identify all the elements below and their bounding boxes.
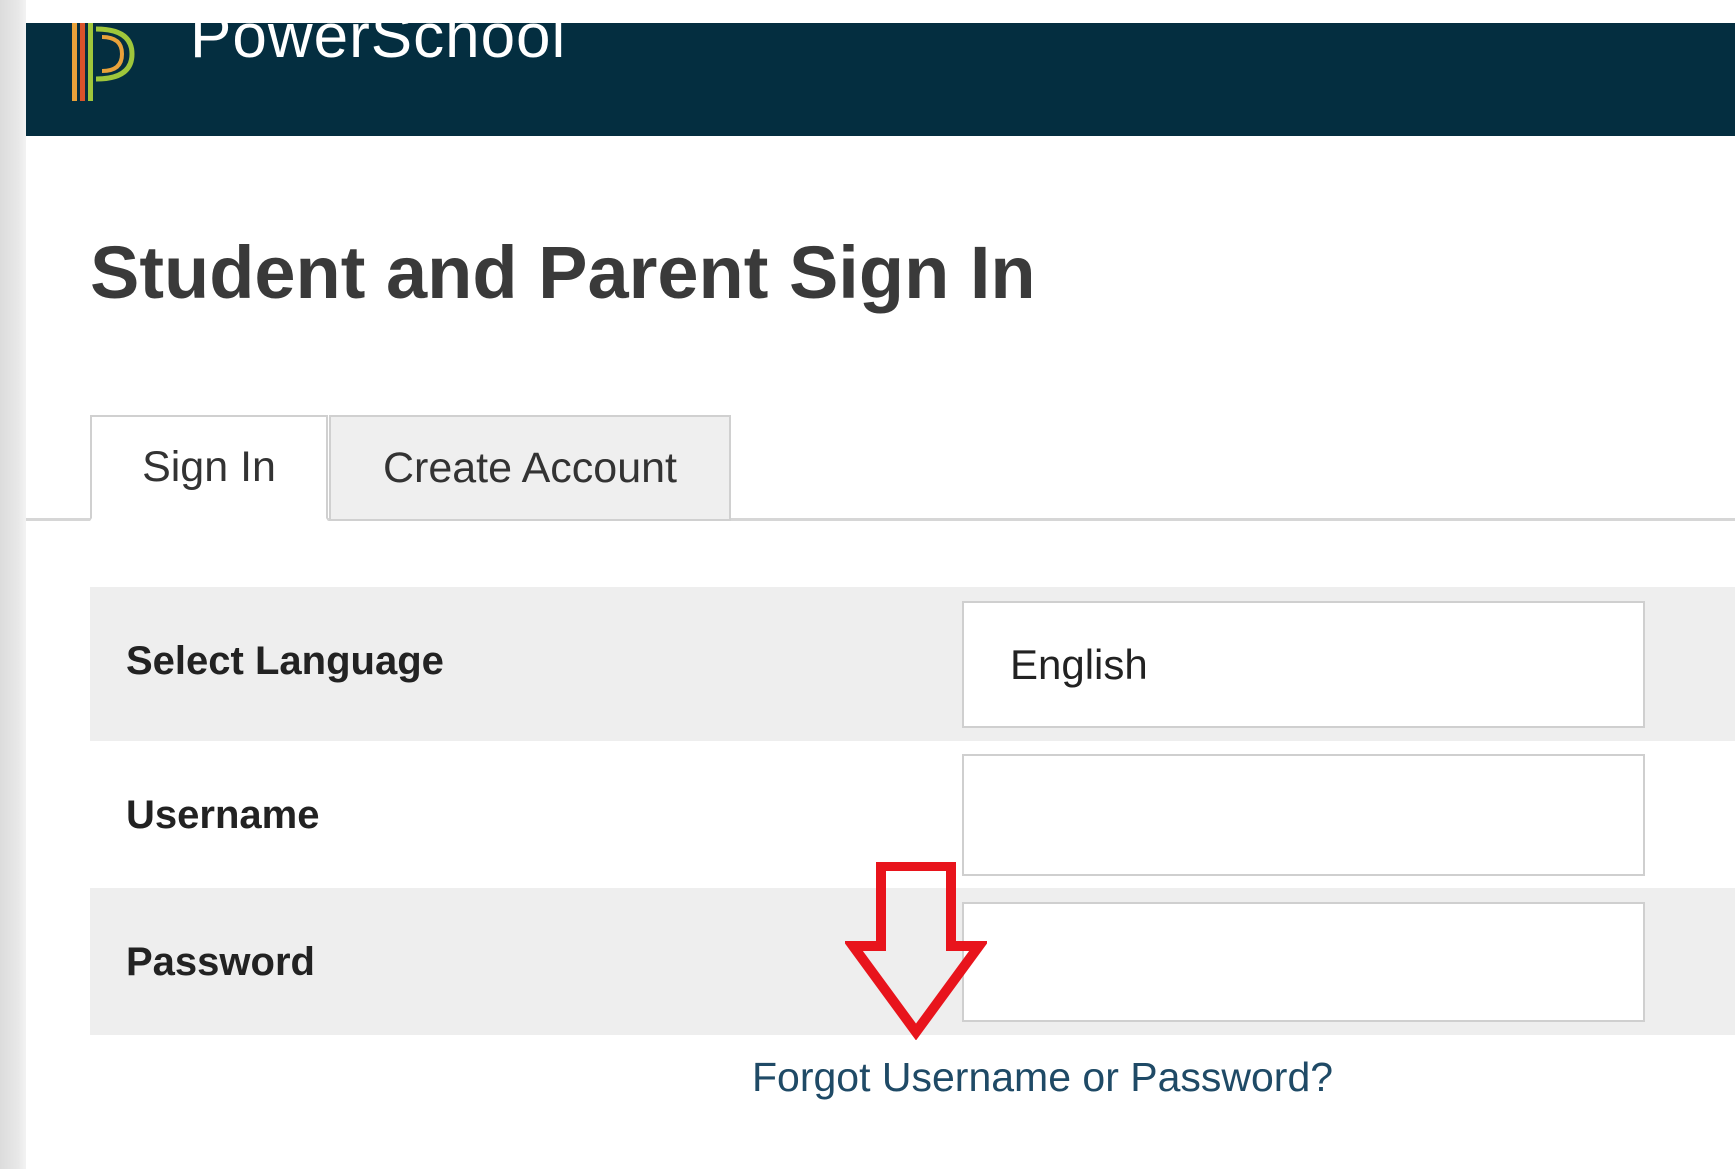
language-label: Select Language [126,639,444,683]
username-input[interactable] [962,754,1645,876]
page-title: Student and Parent Sign In [90,231,1036,314]
forgot-credentials-link[interactable]: Forgot Username or Password? [752,1054,1333,1101]
language-selected-value: English [1010,640,1148,688]
page: PowerSchool Student and Parent Sign In S… [0,0,1735,1169]
tab-sign-in[interactable]: Sign In [90,415,328,521]
red-down-arrow-icon [845,862,987,1040]
password-label: Password [126,940,315,984]
username-label: Username [126,793,320,837]
password-input[interactable] [962,902,1645,1022]
powerschool-logo-icon [72,23,135,101]
window-left-edge [0,0,26,1169]
brand-name: PowerSchool [190,23,567,71]
tab-create-account[interactable]: Create Account [329,415,731,521]
header-bar: PowerSchool [26,23,1735,136]
language-select[interactable]: English [962,601,1645,728]
